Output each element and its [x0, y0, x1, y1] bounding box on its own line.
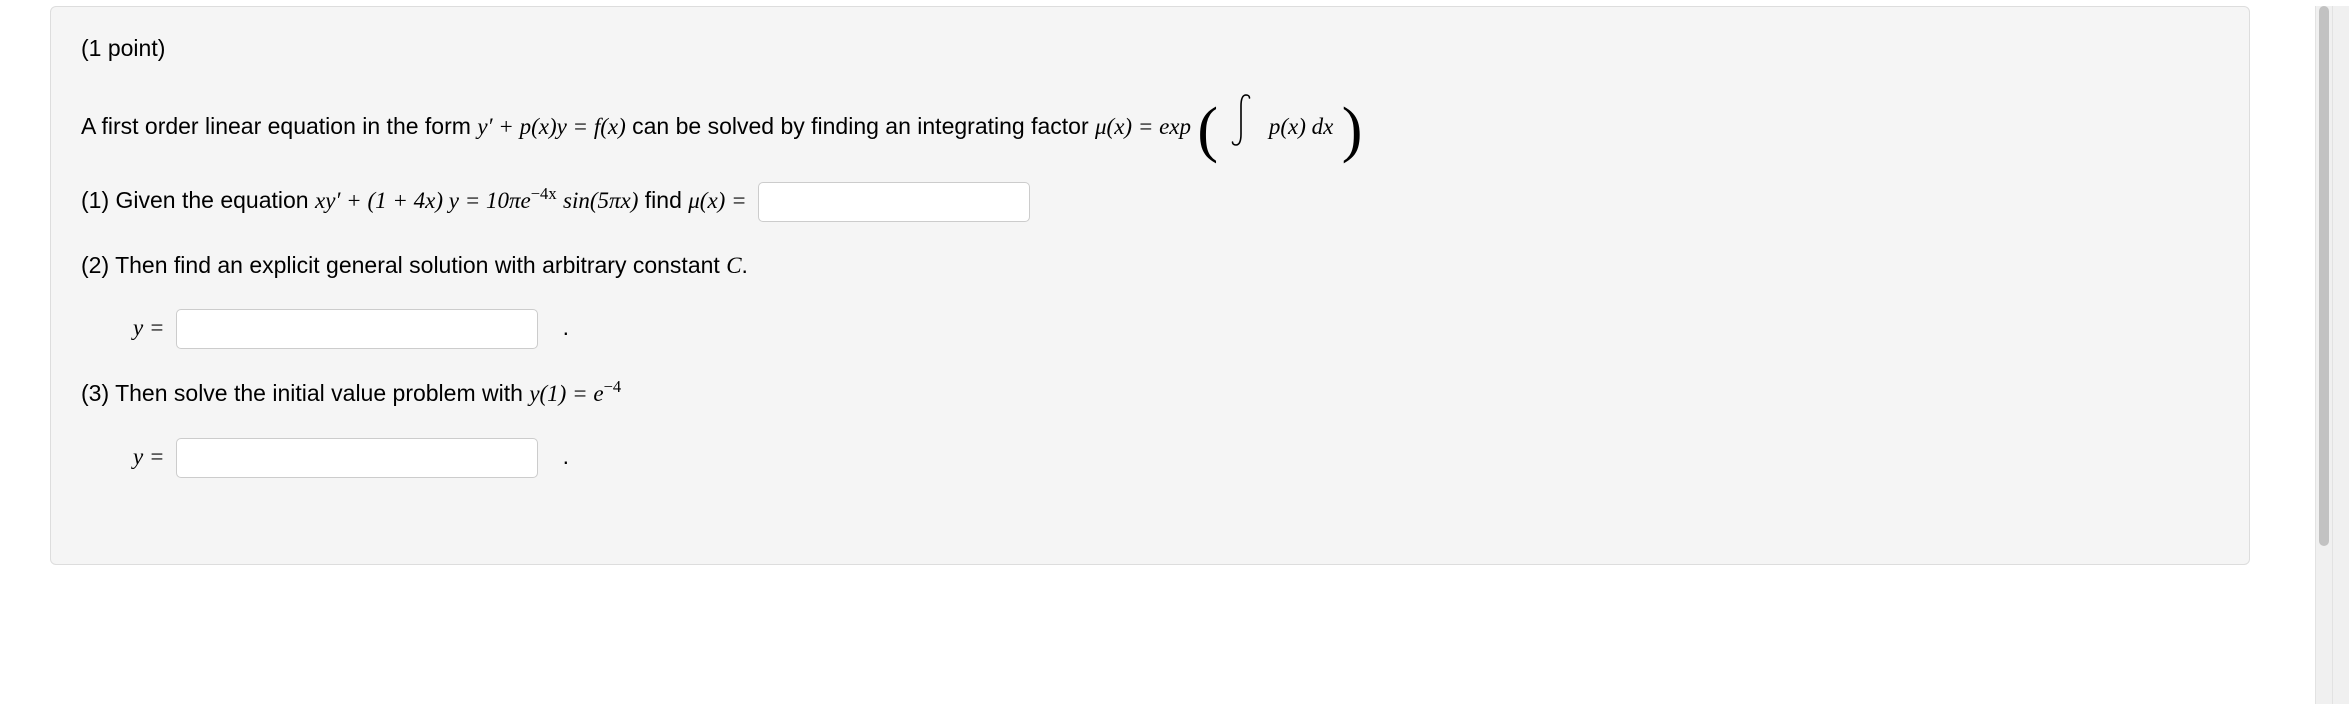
- q2-y-input[interactable]: [176, 309, 538, 349]
- intro-mu-eq: μ(x) = exp: [1095, 114, 1191, 139]
- q2-answer-line: y = .: [81, 309, 2219, 349]
- inner-scroll-track[interactable]: [2315, 6, 2332, 704]
- points-line: (1 point): [81, 31, 2219, 66]
- problem-card: (1 point) A first order linear equation …: [50, 6, 2250, 565]
- q3-y-input[interactable]: [176, 438, 538, 478]
- q1-mid: sin(5πx): [563, 188, 638, 213]
- outer-scroll-track[interactable]: [2332, 6, 2349, 704]
- q3-line: (3) Then solve the initial value problem…: [81, 375, 2219, 412]
- q3-cond: y(1) = e: [529, 381, 603, 406]
- mu-input[interactable]: [758, 182, 1030, 222]
- q1-post: find: [645, 187, 688, 213]
- q2-const: C: [726, 253, 741, 278]
- integral-icon: [1230, 92, 1252, 148]
- q3-exp: −4: [604, 377, 622, 396]
- q2-trailing-period: .: [563, 314, 569, 340]
- q3-answer-line: y = .: [81, 438, 2219, 478]
- q2-y-eq: y =: [133, 315, 170, 340]
- intro-line: A first order linear equation in the for…: [81, 92, 2219, 148]
- q1-pre: (1) Given the equation: [81, 187, 315, 213]
- intro-int-body: p(x) dx: [1269, 114, 1334, 139]
- q1-eq: xy′ + (1 + 4x) y = 10πe: [315, 188, 531, 213]
- q1-line: (1) Given the equation xy′ + (1 + 4x) y …: [81, 182, 2219, 222]
- q3-trailing-period: .: [563, 443, 569, 469]
- q3-pre: (3) Then solve the initial value problem…: [81, 380, 529, 406]
- q1-mu: μ(x) =: [688, 188, 752, 213]
- intro-pre: A first order linear equation in the for…: [81, 113, 477, 139]
- q1-exp: −4x: [531, 184, 557, 203]
- intro-mid: can be solved by finding an integrating …: [632, 113, 1095, 139]
- q2-text: (2) Then find an explicit general soluti…: [81, 252, 726, 278]
- q3-y-eq: y =: [133, 444, 170, 469]
- points-label: (1 point): [81, 35, 165, 61]
- scrollbar-area: [2315, 6, 2349, 704]
- q2-period: .: [742, 252, 748, 278]
- intro-eq-lhs: y′ + p(x)y = f(x): [477, 114, 625, 139]
- inner-scroll-thumb[interactable]: [2319, 6, 2329, 546]
- q2-line: (2) Then find an explicit general soluti…: [81, 248, 2219, 284]
